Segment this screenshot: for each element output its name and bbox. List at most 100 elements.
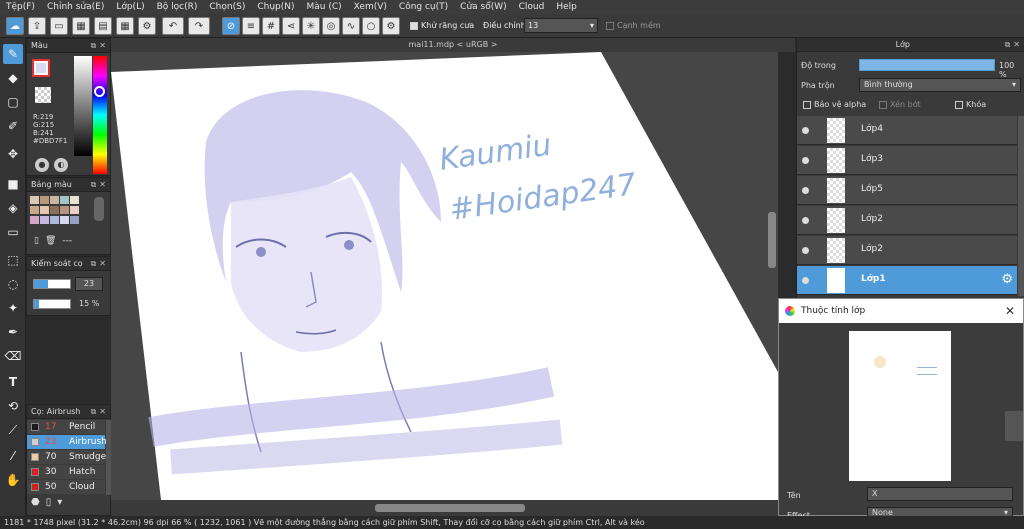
palette-swatch[interactable]: [30, 216, 39, 224]
brush-item-cloud[interactable]: 50 Cloud: [27, 480, 105, 494]
palette-swatch[interactable]: [40, 206, 49, 214]
panel-close-icon[interactable]: ✕: [99, 180, 106, 190]
fill-rect-tool-icon[interactable]: ■: [3, 174, 23, 194]
magic-wand-tool-icon[interactable]: ✦: [3, 298, 23, 318]
menu-select[interactable]: Chọn(S): [203, 2, 251, 12]
layer-list-scrollbar[interactable]: [1018, 116, 1024, 296]
layers-icon[interactable]: ▤: [94, 17, 112, 35]
eyedropper-tool-icon[interactable]: ⁄: [3, 446, 23, 466]
brush-opacity-slider[interactable]: [33, 299, 71, 309]
curve-snap-icon[interactable]: ∿: [342, 17, 360, 35]
parallel-snap-icon[interactable]: ≡: [242, 17, 260, 35]
move-tool-icon[interactable]: ✥: [3, 144, 23, 164]
brush-tool-icon[interactable]: ✎: [3, 44, 23, 64]
undo-icon[interactable]: ↶: [162, 17, 184, 35]
visibility-icon[interactable]: [802, 217, 809, 224]
select-pen-tool-icon[interactable]: ✐: [3, 116, 23, 136]
panel-popout-icon[interactable]: ⧉: [1005, 40, 1011, 50]
brush-item-pencil[interactable]: 17 Pencil: [27, 420, 105, 434]
select-rect-tool-icon[interactable]: ▢: [3, 92, 23, 112]
protect-alpha-toggle[interactable]: Bảo vệ alpha: [803, 100, 866, 109]
new-brush-icon[interactable]: ▯: [46, 497, 52, 508]
lock-toggle[interactable]: Khóa: [955, 100, 986, 109]
palette-swatch[interactable]: [30, 206, 39, 214]
select-eraser-icon[interactable]: ⌫: [3, 346, 23, 366]
text-tool-icon[interactable]: T: [3, 372, 23, 392]
menu-help[interactable]: Help: [550, 2, 583, 12]
soft-edge-checkbox[interactable]: [606, 21, 614, 30]
menu-view[interactable]: Xem(V): [348, 2, 393, 12]
ring-snap-icon[interactable]: ○: [362, 17, 380, 35]
antialias-toggle[interactable]: Khử răng cưa: [410, 21, 474, 30]
palette-swatch[interactable]: [50, 196, 59, 204]
gear-snap-icon[interactable]: ⚙: [382, 17, 400, 35]
dialog-scrollbar[interactable]: [1005, 411, 1023, 441]
menu-cloud[interactable]: Cloud: [513, 2, 551, 12]
palette-swatch[interactable]: [40, 196, 49, 204]
menu-tools[interactable]: Công cụ(T): [393, 2, 454, 12]
palette-swatch[interactable]: [30, 196, 39, 204]
palette-swatch[interactable]: [50, 206, 59, 214]
layer-opacity-slider[interactable]: [859, 59, 995, 71]
canvas-drawing[interactable]: Kaumiu #Hoidap247: [111, 52, 778, 500]
soft-edge-toggle[interactable]: Cạnh mềm: [606, 21, 661, 30]
layer-row[interactable]: Lớp3: [797, 146, 1017, 175]
menu-file[interactable]: Tệp(F): [0, 2, 41, 12]
panel-close-icon[interactable]: ✕: [99, 407, 106, 417]
operation-tool-icon[interactable]: ⟲: [3, 396, 23, 416]
menu-window[interactable]: Cửa sổ(W): [454, 2, 512, 12]
color-mode-icon[interactable]: ◐: [54, 158, 68, 172]
document-tab[interactable]: mai11.mdp < uRGB >: [111, 38, 795, 52]
add-brush-icon[interactable]: ⬣: [31, 497, 40, 508]
panel-close-icon[interactable]: ✕: [99, 41, 106, 51]
brush-menu-icon[interactable]: ▾: [57, 497, 62, 508]
cloud-icon[interactable]: ☁: [6, 17, 24, 35]
protect-alpha-checkbox[interactable]: [803, 100, 811, 109]
transparent-color-swatch[interactable]: [35, 87, 51, 103]
settings-icon[interactable]: ⚙: [138, 17, 156, 35]
palette-swatch[interactable]: [60, 196, 69, 204]
menu-snap[interactable]: Chụp(N): [251, 2, 300, 12]
palette-swatch[interactable]: [60, 206, 69, 214]
grid-icon[interactable]: ▦: [72, 17, 90, 35]
radial-snap-icon[interactable]: ⋖: [282, 17, 300, 35]
brush-item-airbrush[interactable]: 23 Airbrush: [27, 435, 107, 449]
canvas-area[interactable]: Kaumiu #Hoidap247: [111, 52, 778, 500]
layer-row[interactable]: Lớp4: [797, 116, 1017, 145]
brush-item-hatch[interactable]: 30 Hatch: [27, 465, 105, 479]
clipping-toggle[interactable]: Xén bớt: [879, 100, 921, 109]
layer-row[interactable]: Lớp2: [797, 206, 1017, 235]
panel-popout-icon[interactable]: ⧉: [91, 259, 97, 269]
palette-more[interactable]: ---: [62, 236, 72, 246]
visibility-icon[interactable]: [802, 187, 809, 194]
visibility-icon[interactable]: [802, 127, 809, 134]
layer-settings-gear-icon[interactable]: ⚙: [1001, 272, 1013, 287]
layer-row[interactable]: Lớp2: [797, 236, 1017, 265]
eraser-tool-icon[interactable]: ◆: [3, 68, 23, 88]
panel-popout-icon[interactable]: ⧉: [91, 407, 97, 417]
new-palette-icon[interactable]: ▯: [34, 236, 39, 246]
correction-select[interactable]: 13 ▾: [524, 18, 598, 33]
redo-icon[interactable]: ↷: [188, 17, 210, 35]
grid-snap-icon[interactable]: #: [262, 17, 280, 35]
canvas-vertical-scrollbar[interactable]: [768, 212, 776, 268]
palette-swatch[interactable]: [40, 216, 49, 224]
menu-layer[interactable]: Lớp(L): [110, 2, 150, 12]
palette-swatch[interactable]: [70, 216, 79, 224]
panel-popout-icon[interactable]: ⧉: [91, 41, 97, 51]
gradient-tool-icon[interactable]: ▭: [3, 222, 23, 242]
table-icon[interactable]: ▦: [116, 17, 134, 35]
palette-swatch[interactable]: [70, 196, 79, 204]
visibility-icon[interactable]: [802, 157, 809, 164]
panel-popout-icon[interactable]: ⧉: [91, 180, 97, 190]
divide-tool-icon[interactable]: ⟋: [3, 420, 23, 440]
brush-size-slider[interactable]: [33, 279, 71, 289]
value-slider[interactable]: [74, 56, 92, 156]
select-pen-icon[interactable]: ✒: [3, 322, 23, 342]
clipping-checkbox[interactable]: [879, 100, 887, 109]
visibility-icon[interactable]: [802, 277, 809, 284]
visibility-icon[interactable]: [802, 247, 809, 254]
antialias-checkbox[interactable]: [410, 21, 418, 30]
lasso-tool-icon[interactable]: ◌: [3, 274, 23, 294]
select-tool-icon[interactable]: ⬚: [3, 250, 23, 270]
